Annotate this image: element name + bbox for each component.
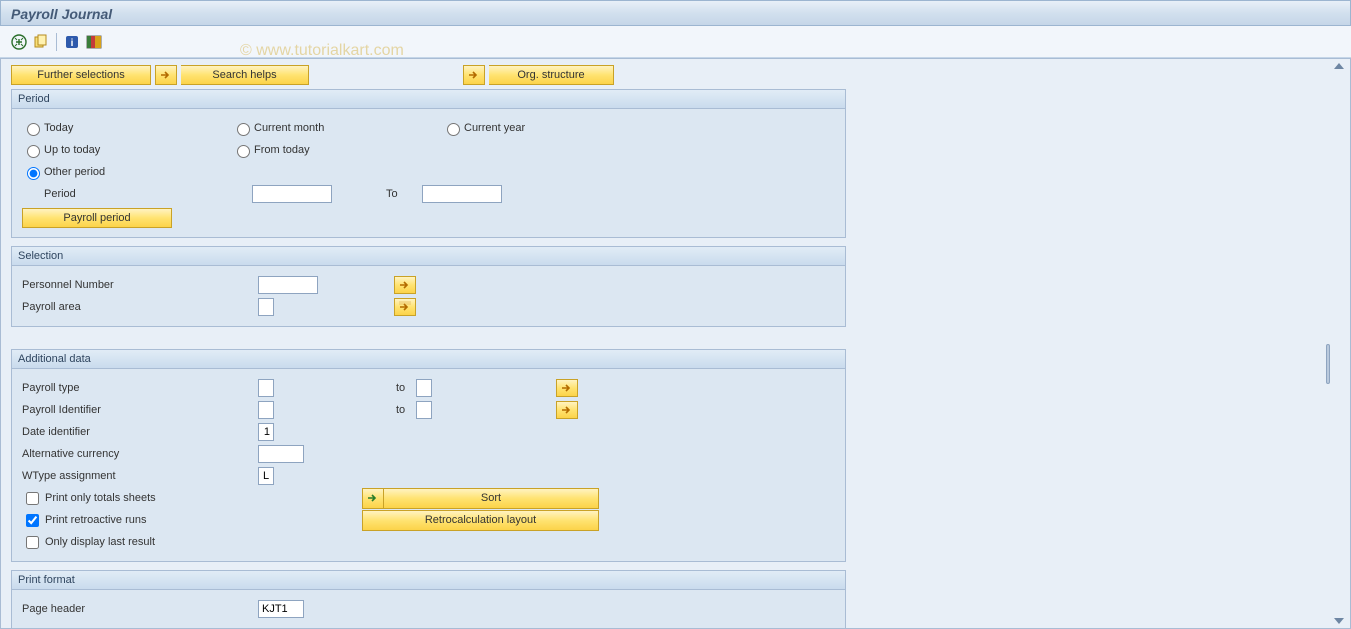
radio-current-month[interactable]: Current month bbox=[232, 120, 402, 136]
print-only-totals-checkbox[interactable]: Print only totals sheets bbox=[22, 489, 362, 508]
period-label: Period bbox=[42, 188, 252, 200]
only-display-last-checkbox[interactable]: Only display last result bbox=[22, 533, 155, 552]
scroll-down-icon[interactable] bbox=[1334, 618, 1344, 624]
payroll-type-to-label: to bbox=[392, 382, 416, 394]
window-title: Payroll Journal bbox=[11, 6, 112, 22]
wtype-assignment-label: WType assignment bbox=[22, 470, 258, 482]
payroll-identifier-label: Payroll Identifier bbox=[22, 404, 258, 416]
sort-arrow-button[interactable] bbox=[362, 488, 384, 509]
period-to-label: To bbox=[382, 188, 422, 200]
payroll-period-button[interactable]: Payroll period bbox=[22, 208, 172, 228]
period-group: Period Today Current month Current year … bbox=[11, 89, 846, 238]
radio-today[interactable]: Today bbox=[22, 120, 192, 136]
svg-text:i: i bbox=[71, 38, 74, 49]
payroll-type-to-input[interactable] bbox=[416, 379, 432, 397]
payroll-area-multi-button[interactable] bbox=[394, 298, 416, 316]
search-helps-arrow-button[interactable] bbox=[155, 65, 177, 85]
sort-button[interactable]: Sort bbox=[384, 488, 599, 509]
print-format-group: Print format Page header bbox=[11, 570, 846, 628]
variant-icon[interactable] bbox=[32, 33, 50, 51]
radio-current-year[interactable]: Current year bbox=[442, 120, 525, 136]
period-group-title: Period bbox=[12, 90, 845, 109]
window-title-bar: Payroll Journal bbox=[0, 0, 1351, 26]
radio-from-today[interactable]: From today bbox=[232, 142, 310, 158]
wtype-assignment-input[interactable] bbox=[258, 467, 274, 485]
app-toolbar: i bbox=[0, 26, 1351, 58]
payroll-identifier-multi-button[interactable] bbox=[556, 401, 578, 419]
payroll-type-from-input[interactable] bbox=[258, 379, 274, 397]
date-identifier-label: Date identifier bbox=[22, 426, 258, 438]
vertical-scrollbar[interactable] bbox=[1332, 63, 1346, 624]
search-helps-button[interactable]: Search helps bbox=[181, 65, 309, 85]
period-from-input[interactable] bbox=[252, 185, 332, 203]
retro-layout-button[interactable]: Retrocalculation layout bbox=[362, 510, 599, 531]
payroll-identifier-from-input[interactable] bbox=[258, 401, 274, 419]
payroll-area-label: Payroll area bbox=[22, 301, 258, 313]
org-structure-arrow-button[interactable] bbox=[463, 65, 485, 85]
radio-up-to-today[interactable]: Up to today bbox=[22, 142, 192, 158]
page-header-label: Page header bbox=[22, 603, 258, 615]
additional-data-group: Additional data Payroll type to Payroll … bbox=[11, 349, 846, 562]
org-structure-button[interactable]: Org. structure bbox=[489, 65, 614, 85]
radio-other-period[interactable]: Other period bbox=[22, 164, 105, 180]
personnel-number-multi-button[interactable] bbox=[394, 276, 416, 294]
execute-icon[interactable] bbox=[10, 33, 28, 51]
personnel-number-label: Personnel Number bbox=[22, 279, 258, 291]
payroll-type-label: Payroll type bbox=[22, 382, 258, 394]
info-icon[interactable]: i bbox=[63, 33, 81, 51]
print-format-group-title: Print format bbox=[12, 571, 845, 590]
selection-button-row: Further selections Search helps Org. str… bbox=[11, 65, 1340, 85]
alternative-currency-label: Alternative currency bbox=[22, 448, 258, 460]
payroll-identifier-to-label: to bbox=[392, 404, 416, 416]
scroll-up-icon[interactable] bbox=[1334, 63, 1344, 69]
selection-group: Selection Personnel Number Payroll area bbox=[11, 246, 846, 327]
payroll-identifier-to-input[interactable] bbox=[416, 401, 432, 419]
toolbar-divider-1 bbox=[56, 33, 57, 51]
payroll-area-input[interactable] bbox=[258, 298, 274, 316]
additional-data-group-title: Additional data bbox=[12, 350, 845, 369]
alternative-currency-input[interactable] bbox=[258, 445, 304, 463]
print-retroactive-checkbox[interactable]: Print retroactive runs bbox=[22, 511, 362, 530]
scroll-thumb[interactable] bbox=[1326, 344, 1330, 384]
page-header-input[interactable] bbox=[258, 600, 304, 618]
personnel-number-input[interactable] bbox=[258, 276, 318, 294]
period-to-input[interactable] bbox=[422, 185, 502, 203]
selection-group-title: Selection bbox=[12, 247, 845, 266]
payroll-type-multi-button[interactable] bbox=[556, 379, 578, 397]
date-identifier-input[interactable] bbox=[258, 423, 274, 441]
content-area: Further selections Search helps Org. str… bbox=[0, 58, 1351, 629]
layout-icon[interactable] bbox=[85, 33, 103, 51]
further-selections-button[interactable]: Further selections bbox=[11, 65, 151, 85]
